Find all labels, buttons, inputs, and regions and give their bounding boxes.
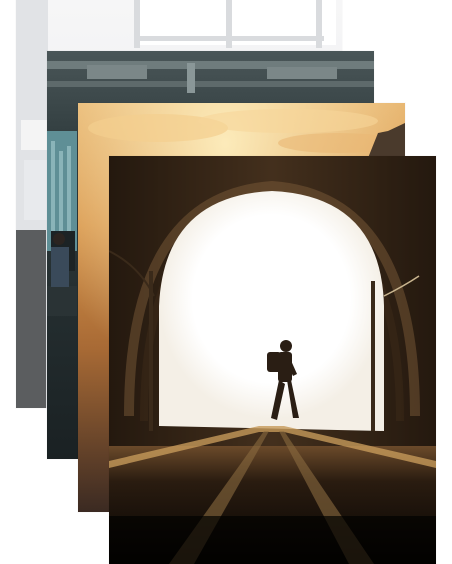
photo-tunnel-hiker xyxy=(109,156,436,564)
tunnel-hiker-image xyxy=(109,156,436,564)
photo-stack xyxy=(0,0,452,564)
